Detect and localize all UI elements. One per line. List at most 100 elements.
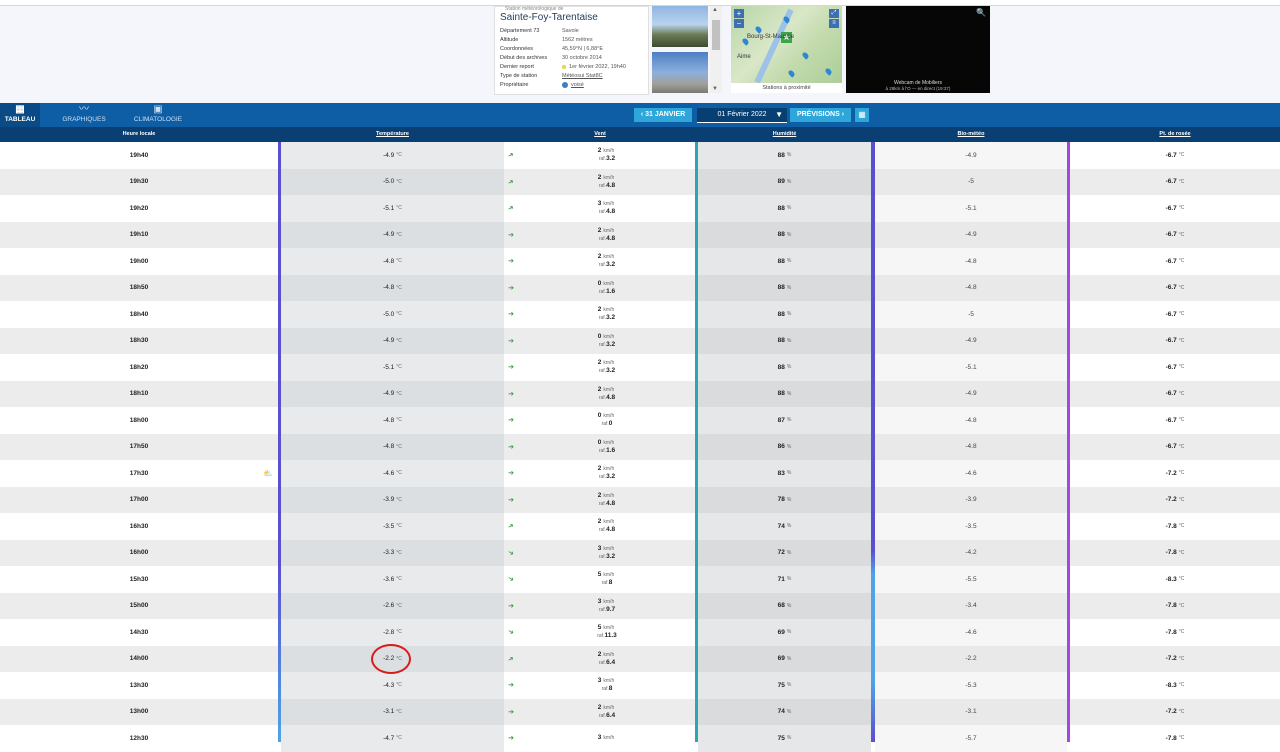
dewpoint-unit: °C	[1178, 231, 1185, 238]
wind-speed: 0	[597, 412, 602, 420]
temperature-unit: °C	[396, 682, 402, 689]
nearby-stations-map[interactable]: + − ⤢ ≡ ★ Bourg-St-Maurice Aime Stations…	[731, 6, 842, 93]
temperature-cell: -2.8 °C	[281, 619, 504, 646]
table-row: 19h10 -4.9 °C ➔ 2 km/h raf.4.8 88% -4.9 -6.7 °C	[0, 221, 1280, 248]
wind-speed: 0	[597, 438, 602, 446]
wind-cell: 2 km/h raf.4.8	[517, 169, 695, 196]
wind-direction-cell: ➔	[505, 725, 517, 752]
wind-unit: km/h	[603, 439, 615, 446]
temperature-value: -4.3	[383, 681, 395, 689]
wind-line: 2 km/h	[598, 492, 614, 500]
scrollbar-thumb[interactable]	[712, 20, 720, 50]
hour-cell: 13h30	[129, 681, 149, 689]
humidity-cell: 88%	[698, 354, 871, 381]
dewpoint-unit: °C	[1178, 152, 1185, 159]
col-header-humidity[interactable]: Humidité	[698, 127, 871, 142]
map-station-pin-icon[interactable]	[754, 25, 763, 34]
dewpoint-value: -7.2	[1165, 655, 1177, 663]
station-photo[interactable]	[652, 6, 708, 47]
wind-gust: 3.2	[606, 314, 616, 322]
temperature-cell: -4.8 °C	[281, 274, 504, 301]
table-row: 12h30 -4.7 °C ➔ 3 km/h 75% -5.7 -7.8 °C	[0, 725, 1280, 752]
info-value[interactable]: Météosui Stat8C	[562, 73, 603, 79]
dewpoint-value: -6.7	[1165, 443, 1177, 451]
biometeo-cell: -5.7	[875, 725, 1067, 752]
biometeo-cell: -4.8	[875, 433, 1067, 460]
wind-direction-cell: ➔	[505, 354, 517, 381]
table-row: 19h40 -4.9 °C ➔ 2 km/h raf.3.2 88% -4.9 -6.7 °C	[0, 142, 1280, 169]
wind-speed: 2	[597, 173, 602, 181]
wind-unit: km/h	[603, 519, 615, 526]
biometeo-cell: -4.6	[875, 619, 1067, 646]
station-photos[interactable]	[652, 6, 708, 93]
dewpoint-cell: -6.7 °C	[1070, 381, 1280, 408]
gust-unit: raf.	[598, 500, 607, 507]
biometeo-cell: -4.8	[875, 248, 1067, 275]
wind-direction-cell: ➔	[505, 328, 517, 355]
wind-gust: 11.3	[604, 632, 617, 640]
info-value-wrap: Savoie	[562, 27, 579, 36]
wind-cell: 3 km/h raf.3.2	[517, 540, 695, 567]
wind-arrow-icon: ➔	[508, 443, 514, 451]
wind-direction-cell: ➔	[505, 699, 517, 726]
humidity-cell: 74%	[698, 698, 871, 725]
temperature-value: -5.0	[383, 310, 395, 318]
wind-line: 2 km/h	[598, 253, 614, 261]
table-row: 14h00 -2.2 °C ➔ 2 km/h raf.6.4 69% -2.2 -7.2 °C	[0, 645, 1280, 672]
col-header-temperature[interactable]: Température	[281, 127, 504, 142]
gust-line: raf.3.2	[597, 473, 615, 481]
map-layers-icon[interactable]: ≡	[829, 19, 839, 28]
info-value[interactable]: voisé	[571, 82, 584, 88]
biometeo-cell: -3.4	[875, 592, 1067, 619]
map-caption: Stations à proximité	[731, 83, 842, 93]
col-header-dewpoint[interactable]: Pt. de rosée	[1070, 127, 1280, 142]
humidity-unit: %	[786, 549, 792, 556]
station-header: Station météorologique de Sainte-Foy-Tar…	[0, 0, 1280, 103]
temperature-value: -4.8	[383, 257, 395, 265]
dewpoint-unit: °C	[1178, 549, 1185, 556]
map-station-pin-icon[interactable]	[824, 67, 833, 76]
temperature-cell: -4.9 °C	[281, 327, 504, 354]
date-select[interactable]: 01 Février 2022 ▼	[697, 108, 787, 123]
humidity-value: 89	[777, 178, 785, 186]
wind-line: 2 km/h	[598, 227, 614, 235]
wind-cell: 2 km/h raf.3.2	[517, 460, 695, 487]
tab-climatologie[interactable]: ▣ CLIMATOLOGIE	[128, 103, 188, 127]
temperature-value: -3.9	[383, 496, 395, 504]
wind-speed: 2	[597, 306, 602, 314]
map-fullscreen-icon[interactable]: ⤢	[829, 9, 839, 18]
wind-direction-cell: ➔	[505, 195, 517, 222]
station-photo[interactable]	[652, 52, 708, 93]
wind-line: 2 km/h	[598, 386, 614, 394]
wind-speed: 3	[597, 677, 602, 685]
webcam-thumbnail[interactable]: 🔍 Webcam de Mobiliers à 28km à l'O — en …	[846, 6, 990, 93]
photos-scrollbar[interactable]: ▲ ▼	[710, 6, 722, 93]
webcam-zoom-icon[interactable]: 🔍	[976, 8, 986, 17]
forecast-button[interactable]: PRÉVISIONS ›	[790, 108, 851, 122]
col-header-wind[interactable]: Vent	[505, 127, 695, 142]
temperature-unit: °C	[396, 311, 402, 318]
tab-graphiques[interactable]: 〰 GRAPHIQUES	[58, 103, 110, 127]
previous-day-label: 31 JANVIER	[645, 111, 686, 118]
map-zoom-in-button[interactable]: +	[734, 9, 744, 18]
map-station-pin-icon[interactable]	[801, 51, 810, 60]
wind-cell: 2 km/h raf.4.8	[517, 381, 695, 408]
hour-cell: 19h00	[129, 257, 149, 265]
info-value-wrap: 1er février 2022, 19h40	[562, 63, 626, 72]
map-zoom-out-button[interactable]: −	[734, 19, 744, 28]
wind-line: 2 km/h	[598, 704, 614, 712]
temperature-cell: -4.9 °C	[281, 221, 504, 248]
wind-unit: km/h	[603, 148, 615, 155]
col-header-biometeo[interactable]: Bio-météo	[875, 127, 1067, 142]
wind-gust: 3.2	[606, 552, 616, 560]
humidity-value: 71	[777, 575, 785, 583]
dewpoint-unit: °C	[1178, 205, 1185, 212]
wind-cell: 3 km/h raf.8	[517, 672, 695, 699]
calendar-button[interactable]: ▦	[855, 108, 869, 122]
previous-day-button[interactable]: ‹ 31 JANVIER	[634, 108, 692, 122]
scroll-down-icon[interactable]: ▼	[712, 86, 718, 92]
map-station-pin-icon[interactable]	[787, 69, 796, 78]
tab-tableau[interactable]: ▦ TABLEAU	[0, 103, 40, 127]
scroll-up-icon[interactable]: ▲	[712, 7, 718, 13]
humidity-unit: %	[786, 284, 792, 291]
